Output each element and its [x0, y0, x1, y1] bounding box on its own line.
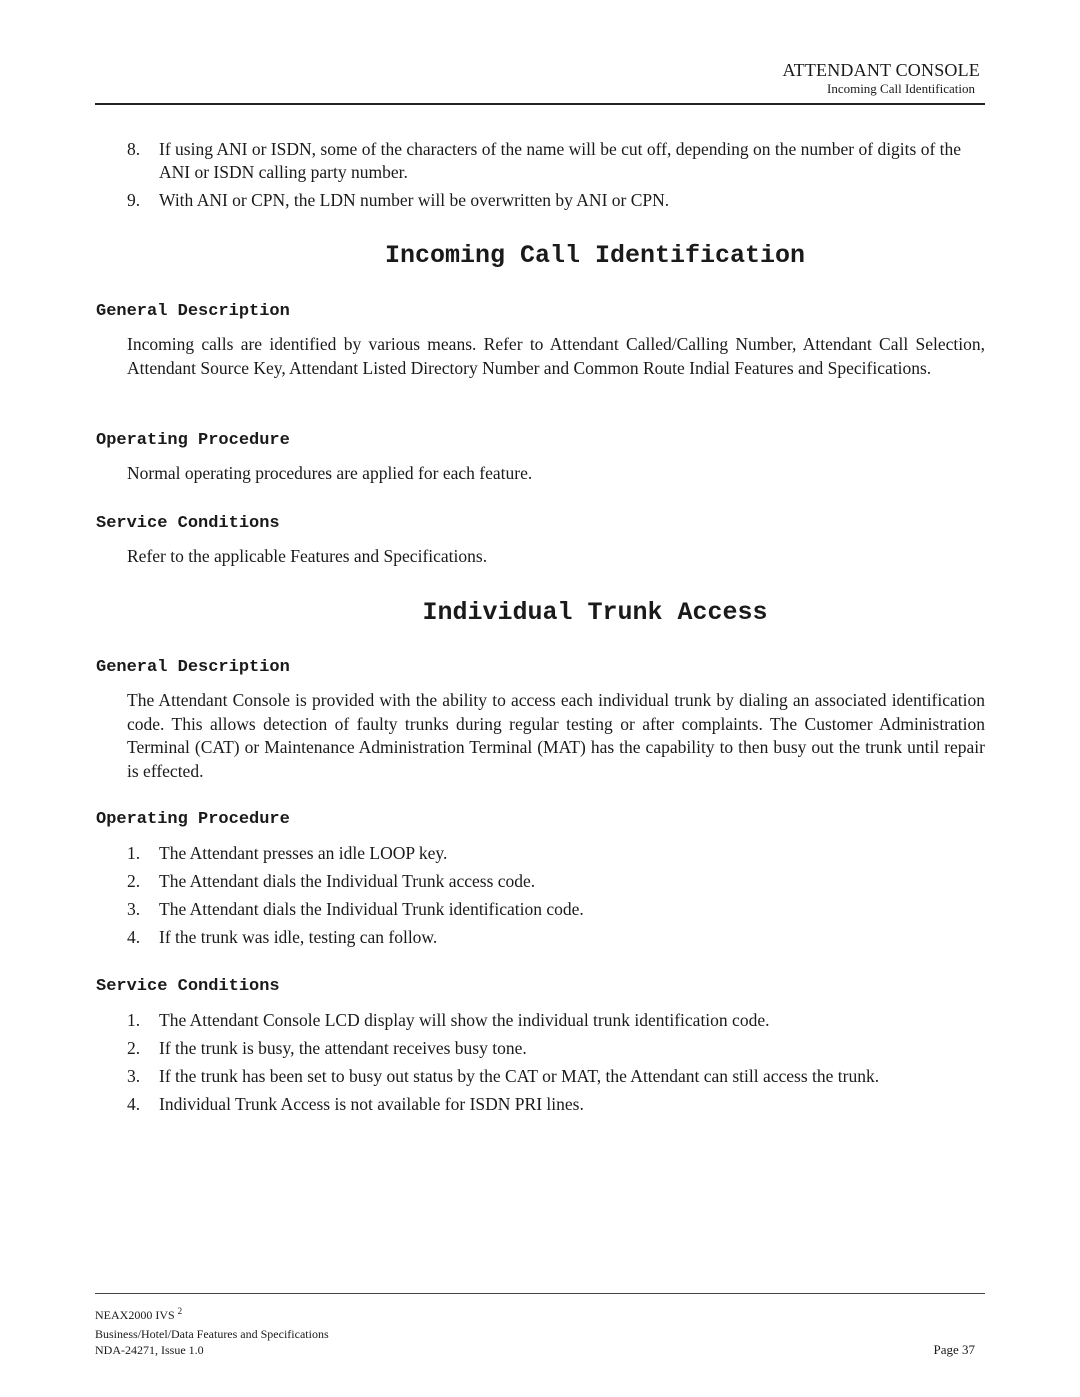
- subsection-heading: General Description: [96, 302, 290, 321]
- paragraph: Normal operating procedures are applied …: [127, 463, 533, 483]
- page-number: Page 37: [933, 1342, 975, 1357]
- footer-rule: [95, 1293, 985, 1294]
- service-conditions-list: 1. The Attendant Console LCD display will…: [127, 1009, 987, 1121]
- list-item: 3. If the trunk has been set to busy out …: [127, 1066, 880, 1086]
- subsection-heading: General Description: [96, 658, 290, 677]
- paragraph: The Attendant Console is provided with t…: [127, 690, 985, 781]
- section-title: Incoming Call Identification: [384, 241, 806, 270]
- paragraph: Refer to the applicable Features and Spe…: [127, 546, 488, 566]
- section-title: Individual Trunk Access: [422, 598, 768, 627]
- subsection-heading: Service Conditions: [96, 977, 280, 996]
- header-chapter: ATTENDANT CONSOLE: [782, 60, 980, 80]
- operating-procedure-list: 1. The Attendant presses an idle LOOP key…: [127, 842, 987, 954]
- list-item: 9. With ANI or CPN, the LDN number will b…: [127, 190, 670, 210]
- list-item: 2. If the trunk is busy, the attendant re…: [127, 1038, 527, 1058]
- header-rule: [95, 103, 985, 105]
- subsection-heading: Service Conditions: [96, 514, 280, 533]
- paragraph: Incoming calls are identified by various…: [127, 334, 985, 378]
- footer-doc-id: NDA-24271, Issue 1.0: [95, 1343, 204, 1357]
- footer-doc-title: Business/Hotel/Data Features and Specifi…: [95, 1327, 329, 1341]
- subsection-heading: Operating Procedure: [96, 431, 290, 450]
- header-section: Incoming Call Identification: [826, 81, 975, 96]
- list-item: 1. The Attendant Console LCD display will…: [127, 1010, 770, 1030]
- list-item: 8. If using ANI or ISDN, some of the char…: [127, 139, 962, 182]
- subsection-heading: Operating Procedure: [96, 810, 290, 829]
- continued-list: 8. If using ANI or ISDN, some of the char…: [127, 138, 987, 217]
- list-item: 1. The Attendant presses an idle LOOP key…: [127, 843, 448, 863]
- list-item: 2. The Attendant dials the Individual Tru…: [127, 871, 536, 891]
- footer-product: NEAX2000 IVS 2: [95, 1306, 183, 1322]
- list-item: 4. If the trunk was idle, testing can fol…: [127, 927, 438, 947]
- list-item: 3. The Attendant dials the Individual Tru…: [127, 899, 584, 919]
- list-item: 4. Individual Trunk Access is not availab…: [127, 1094, 584, 1114]
